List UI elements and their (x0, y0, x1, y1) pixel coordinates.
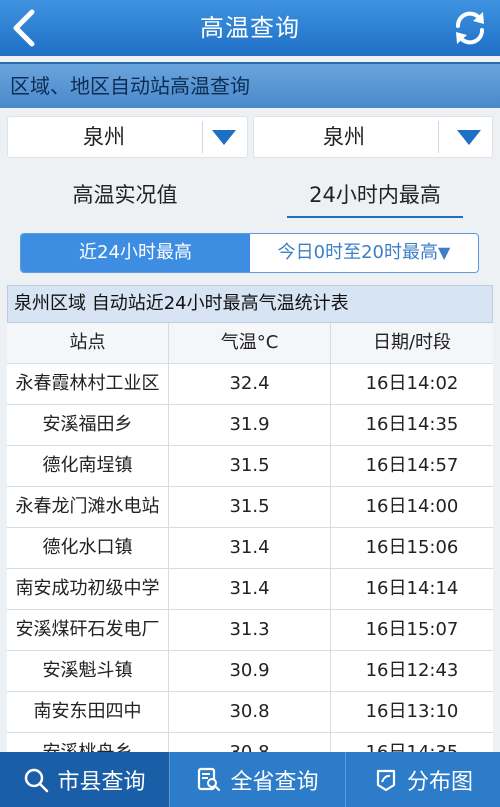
nav-province-label: 全省查询 (230, 769, 319, 795)
temperature-cell: 31.3 (169, 610, 331, 651)
bottom-navigation: 市县查询 全省查询 分布图 (0, 752, 500, 807)
area-select-value: 泉州 (323, 125, 365, 149)
period-tabs: 近24小时最高 今日0时至20时最高▼ (20, 233, 479, 273)
dropdown-triangle-icon: ▼ (438, 243, 451, 262)
section-title-bar: 区域、地区自动站高温查询 (0, 62, 500, 108)
table-row[interactable]: 南安东田四中 30.8 16日13:10 (7, 692, 493, 733)
column-header-datetime: 日期/时段 (372, 332, 452, 353)
select-divider (202, 121, 203, 153)
dropdown-arrow-icon (212, 130, 236, 145)
refresh-icon (455, 11, 485, 45)
datetime-cell: 16日12:43 (365, 660, 459, 681)
region-select-value: 泉州 (83, 125, 125, 149)
back-button[interactable] (2, 4, 46, 52)
table-row[interactable]: 德化水口镇 31.4 16日15:06 (7, 528, 493, 569)
station-cell: 南安东田四中 (7, 692, 169, 733)
tab-today-label: 今日0时至20时最高 (277, 242, 439, 263)
temperature-cell: 31.5 (169, 446, 331, 487)
select-divider (438, 121, 439, 153)
region-select[interactable]: 泉州 (7, 116, 248, 158)
back-arrow-icon (13, 9, 35, 47)
tab-last-24h-max[interactable]: 近24小时最高 (21, 234, 250, 272)
temperature-cell: 31.4 (169, 569, 331, 610)
table-row[interactable]: 安溪魁斗镇 30.9 16日12:43 (7, 651, 493, 692)
datetime-cell: 16日13:10 (365, 701, 459, 722)
table-row[interactable]: 南安成功初级中学 31.4 16日14:14 (7, 569, 493, 610)
datetime-cell: 16日14:57 (365, 455, 459, 476)
station-cell: 永春霞林村工业区 (7, 364, 169, 405)
table-title: 泉州区域 自动站近24小时最高气温统计表 (14, 293, 349, 314)
app-screen: 高温查询 区域、地区自动站高温查询 泉州 泉州 高温实况值 24小时内最高 近2… (0, 0, 500, 807)
table-row[interactable]: 安溪福田乡 31.9 16日14:35 (7, 405, 493, 446)
datetime-cell: 16日15:06 (365, 537, 459, 558)
temperature-cell: 32.4 (169, 364, 331, 405)
table-row[interactable]: 德化南埕镇 31.5 16日14:57 (7, 446, 493, 487)
column-header-station: 站点 (7, 323, 169, 364)
refresh-button[interactable] (448, 6, 492, 50)
table-header-row: 站点 气温°C 日期/时段 (7, 323, 493, 364)
station-cell: 永春龙门滩水电站 (7, 487, 169, 528)
station-cell: 德化南埕镇 (7, 446, 169, 487)
option-24h-max[interactable]: 24小时内最高 (287, 172, 463, 218)
table-row[interactable]: 安溪煤矸石发电厂 31.3 16日15:07 (7, 610, 493, 651)
datetime-cell: 16日14:00 (365, 496, 459, 517)
temperature-table: 站点 气温°C 日期/时段 永春霞林村工业区 32.4 16日14:02 安溪福… (7, 323, 493, 774)
temperature-cell: 31.5 (169, 487, 331, 528)
section-title: 区域、地区自动站高温查询 (10, 74, 250, 98)
map-icon (376, 769, 396, 791)
station-cell: 安溪福田乡 (7, 405, 169, 446)
station-cell: 南安成功初级中学 (7, 569, 169, 610)
dropdown-arrow-icon (457, 130, 481, 145)
search-icon (25, 768, 49, 792)
nav-distribution-label: 分布图 (406, 769, 473, 795)
temperature-cell: 31.9 (169, 405, 331, 446)
area-select[interactable]: 泉州 (253, 116, 493, 158)
datetime-cell: 16日14:14 (365, 578, 459, 599)
nav-city-county-label: 市县查询 (57, 769, 146, 795)
temperature-cell: 30.8 (169, 692, 331, 733)
datetime-cell: 16日15:07 (365, 619, 459, 640)
document-search-icon (198, 767, 221, 791)
header-bar: 高温查询 (0, 0, 500, 56)
station-cell: 德化水口镇 (7, 528, 169, 569)
station-cell: 安溪魁斗镇 (7, 651, 169, 692)
station-cell: 安溪煤矸石发电厂 (7, 610, 169, 651)
option-realtime-high[interactable]: 高温实况值 (50, 172, 200, 218)
nav-province-query[interactable]: 全省查询 (170, 752, 346, 807)
temperature-cell: 31.4 (169, 528, 331, 569)
temperature-cell: 30.9 (169, 651, 331, 692)
table-title-bar: 泉州区域 自动站近24小时最高气温统计表 (7, 285, 493, 323)
datetime-cell: 16日14:35 (365, 414, 459, 435)
table-row[interactable]: 永春龙门滩水电站 31.5 16日14:00 (7, 487, 493, 528)
nav-distribution-map[interactable]: 分布图 (346, 752, 500, 807)
column-header-temperature: 气温°C (169, 323, 331, 364)
tab-today-0-20-max[interactable]: 今日0时至20时最高▼ (250, 234, 478, 272)
page-title: 高温查询 (200, 14, 300, 42)
nav-city-county-query[interactable]: 市县查询 (0, 752, 170, 807)
table-row[interactable]: 永春霞林村工业区 32.4 16日14:02 (7, 364, 493, 405)
datetime-cell: 16日14:02 (365, 373, 459, 394)
